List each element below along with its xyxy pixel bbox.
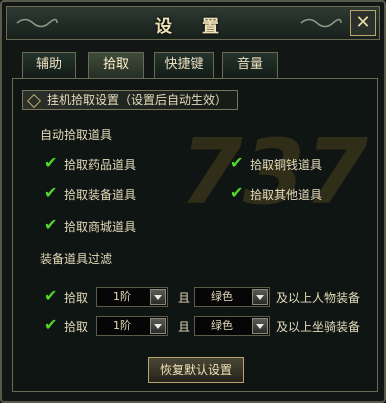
filter-character-color-value: 绿色 [211,290,233,303]
pickup-equipment-label: 拾取装备道具 [64,188,137,202]
pickup-shop-checkbox[interactable]: ✔ [44,217,60,233]
filter-mount-conj: 且 [178,320,191,334]
filter-character-color-select[interactable]: 绿色 [194,287,270,307]
tab-pickup[interactable]: 拾取 [88,52,144,78]
chevron-down-icon[interactable] [150,318,166,334]
pickup-equipment-checkbox[interactable]: ✔ [44,185,60,201]
filter-character-level-select[interactable]: 1阶 [96,287,168,307]
reset-defaults-button[interactable]: 恢复默认设置 [148,357,244,383]
close-button[interactable]: ✕ [350,10,376,36]
filter-mount-prefix: 拾取 [64,320,89,334]
pickup-medicine-checkbox[interactable]: ✔ [44,155,60,171]
tab-volume[interactable]: 音量 [222,52,278,78]
panel-header: 挂机拾取设置（设置后自动生效） [22,90,238,110]
pickup-other-label: 拾取其他道具 [250,188,323,202]
filter-mount-color-select[interactable]: 绿色 [194,316,270,336]
pickup-other-checkbox[interactable]: ✔ [230,185,246,201]
settings-window: 设 置 ✕ 辅助 拾取 快捷键 音量 737 挂机拾取设置（设置后自动生效） 自… [0,0,386,403]
chevron-down-icon[interactable] [150,289,166,305]
filter-character-prefix: 拾取 [64,291,89,305]
auto-pickup-section-title: 自动拾取道具 [40,128,113,142]
filter-character-conj: 且 [178,291,191,305]
filter-mount-checkbox[interactable]: ✔ [44,317,60,333]
close-icon: ✕ [355,12,371,33]
filter-mount-level-select[interactable]: 1阶 [96,316,168,336]
title-bar[interactable]: 设 置 ✕ [6,6,380,40]
pickup-shop-label: 拾取商城道具 [64,220,137,234]
tab-hotkeys[interactable]: 快捷键 [154,52,214,78]
filter-character-checkbox[interactable]: ✔ [44,288,60,304]
pickup-copper-checkbox[interactable]: ✔ [230,155,246,171]
filter-mount-level-value: 1阶 [113,319,131,332]
filter-section-title: 装备道具过滤 [40,252,113,266]
filter-mount-suffix: 及以上坐骑装备 [276,320,361,334]
tab-assist[interactable]: 辅助 [22,52,76,78]
pickup-medicine-label: 拾取药品道具 [64,158,137,172]
chevron-down-icon[interactable] [252,289,268,305]
chevron-down-icon[interactable] [252,318,268,334]
filter-character-level-value: 1阶 [113,290,131,303]
filter-character-suffix: 及以上人物装备 [276,291,361,305]
title-ornament-right-icon [300,18,342,28]
filter-mount-color-value: 绿色 [211,319,233,332]
pickup-copper-label: 拾取铜钱道具 [250,158,323,172]
